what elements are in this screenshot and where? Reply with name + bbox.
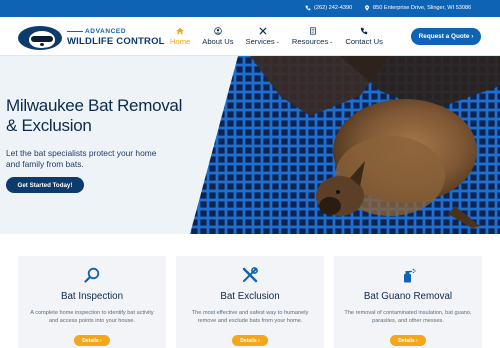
nav-item-contact[interactable]: Contact Us (339, 17, 389, 56)
topbar-phone-text: (262) 242-4390 (314, 5, 353, 11)
details-button[interactable]: Details › (390, 335, 426, 346)
wrench-screwdriver-icon (242, 267, 258, 283)
logo-line-1: ADVANCED (67, 28, 126, 35)
service-title: Bat Guano Removal (363, 291, 453, 302)
home-icon (176, 27, 184, 35)
service-title: Bat Inspection (60, 291, 124, 302)
request-quote-button[interactable]: Request a Quote › (411, 28, 481, 45)
details-button[interactable]: Details › (232, 335, 268, 346)
nav-item-about[interactable]: About Us (196, 17, 239, 56)
bat-on-screen-photo (190, 56, 500, 234)
map-pin-icon (365, 5, 369, 11)
nav-label-resources: Resources (291, 37, 329, 46)
service-description: The removal of contaminated insulation, … (344, 310, 472, 324)
nav-label-home: Home (170, 37, 191, 46)
tools-icon (259, 27, 267, 35)
details-button[interactable]: Details › (74, 335, 110, 346)
service-description: The most effective and safest way to hum… (191, 310, 309, 324)
nav-label-about: About Us (202, 37, 234, 46)
chevron-down-icon: ⌄ (329, 38, 334, 45)
nav-label-services: Services (245, 37, 275, 46)
service-card-guano-removal: Bat Guano Removal The removal of contami… (334, 256, 482, 348)
services-section: Bat Inspection A complete home inspectio… (0, 234, 500, 348)
main-nav: Home About Us Services ⌄ Resources ⌄ Conta… (164, 17, 389, 56)
site-header: ADVANCED WILDLIFE CONTROL Home About Us … (0, 17, 500, 56)
logo-line-2: WILDLIFE CONTROL (67, 36, 165, 47)
service-card-inspection: Bat Inspection A complete home inspectio… (18, 256, 166, 348)
service-card-exclusion: Bat Exclusion The most effective and saf… (176, 256, 324, 348)
hero-title: Milwaukee Bat Removal & Exclusion (6, 96, 183, 135)
service-title: Bat Exclusion (220, 291, 280, 302)
site-logo[interactable]: ADVANCED WILDLIFE CONTROL (18, 26, 164, 50)
document-icon (309, 27, 316, 35)
nav-item-services[interactable]: Services ⌄ (240, 17, 286, 56)
spray-bottle-icon (404, 268, 416, 283)
magnifier-icon (84, 267, 100, 283)
hero-subtitle: Let the bat specialists protect your hom… (6, 148, 157, 169)
topbar-phone-link[interactable]: (262) 242-4390 (305, 5, 352, 11)
chevron-down-icon: ⌄ (275, 38, 280, 45)
nav-item-resources[interactable]: Resources ⌄ (286, 17, 340, 56)
get-started-button[interactable]: Get Started Today! (6, 177, 84, 193)
topbar-address-text: 850 Enterprise Drive, Slinger, WI 53086 (373, 5, 472, 11)
user-icon (214, 27, 222, 35)
raccoon-logo-icon (18, 26, 62, 50)
topbar-address-link[interactable]: 850 Enterprise Drive, Slinger, WI 53086 (364, 5, 471, 11)
hero-section: Milwaukee Bat Removal & Exclusion Let th… (0, 56, 500, 234)
service-description: A complete home inspection to identify b… (30, 310, 154, 324)
nav-item-home[interactable]: Home (164, 17, 196, 56)
phone-icon (305, 5, 311, 11)
top-contact-bar: (262) 242-4390 850 Enterprise Drive, Sli… (0, 0, 500, 17)
nav-label-contact: Contact Us (345, 37, 383, 46)
phone-icon (360, 27, 368, 35)
